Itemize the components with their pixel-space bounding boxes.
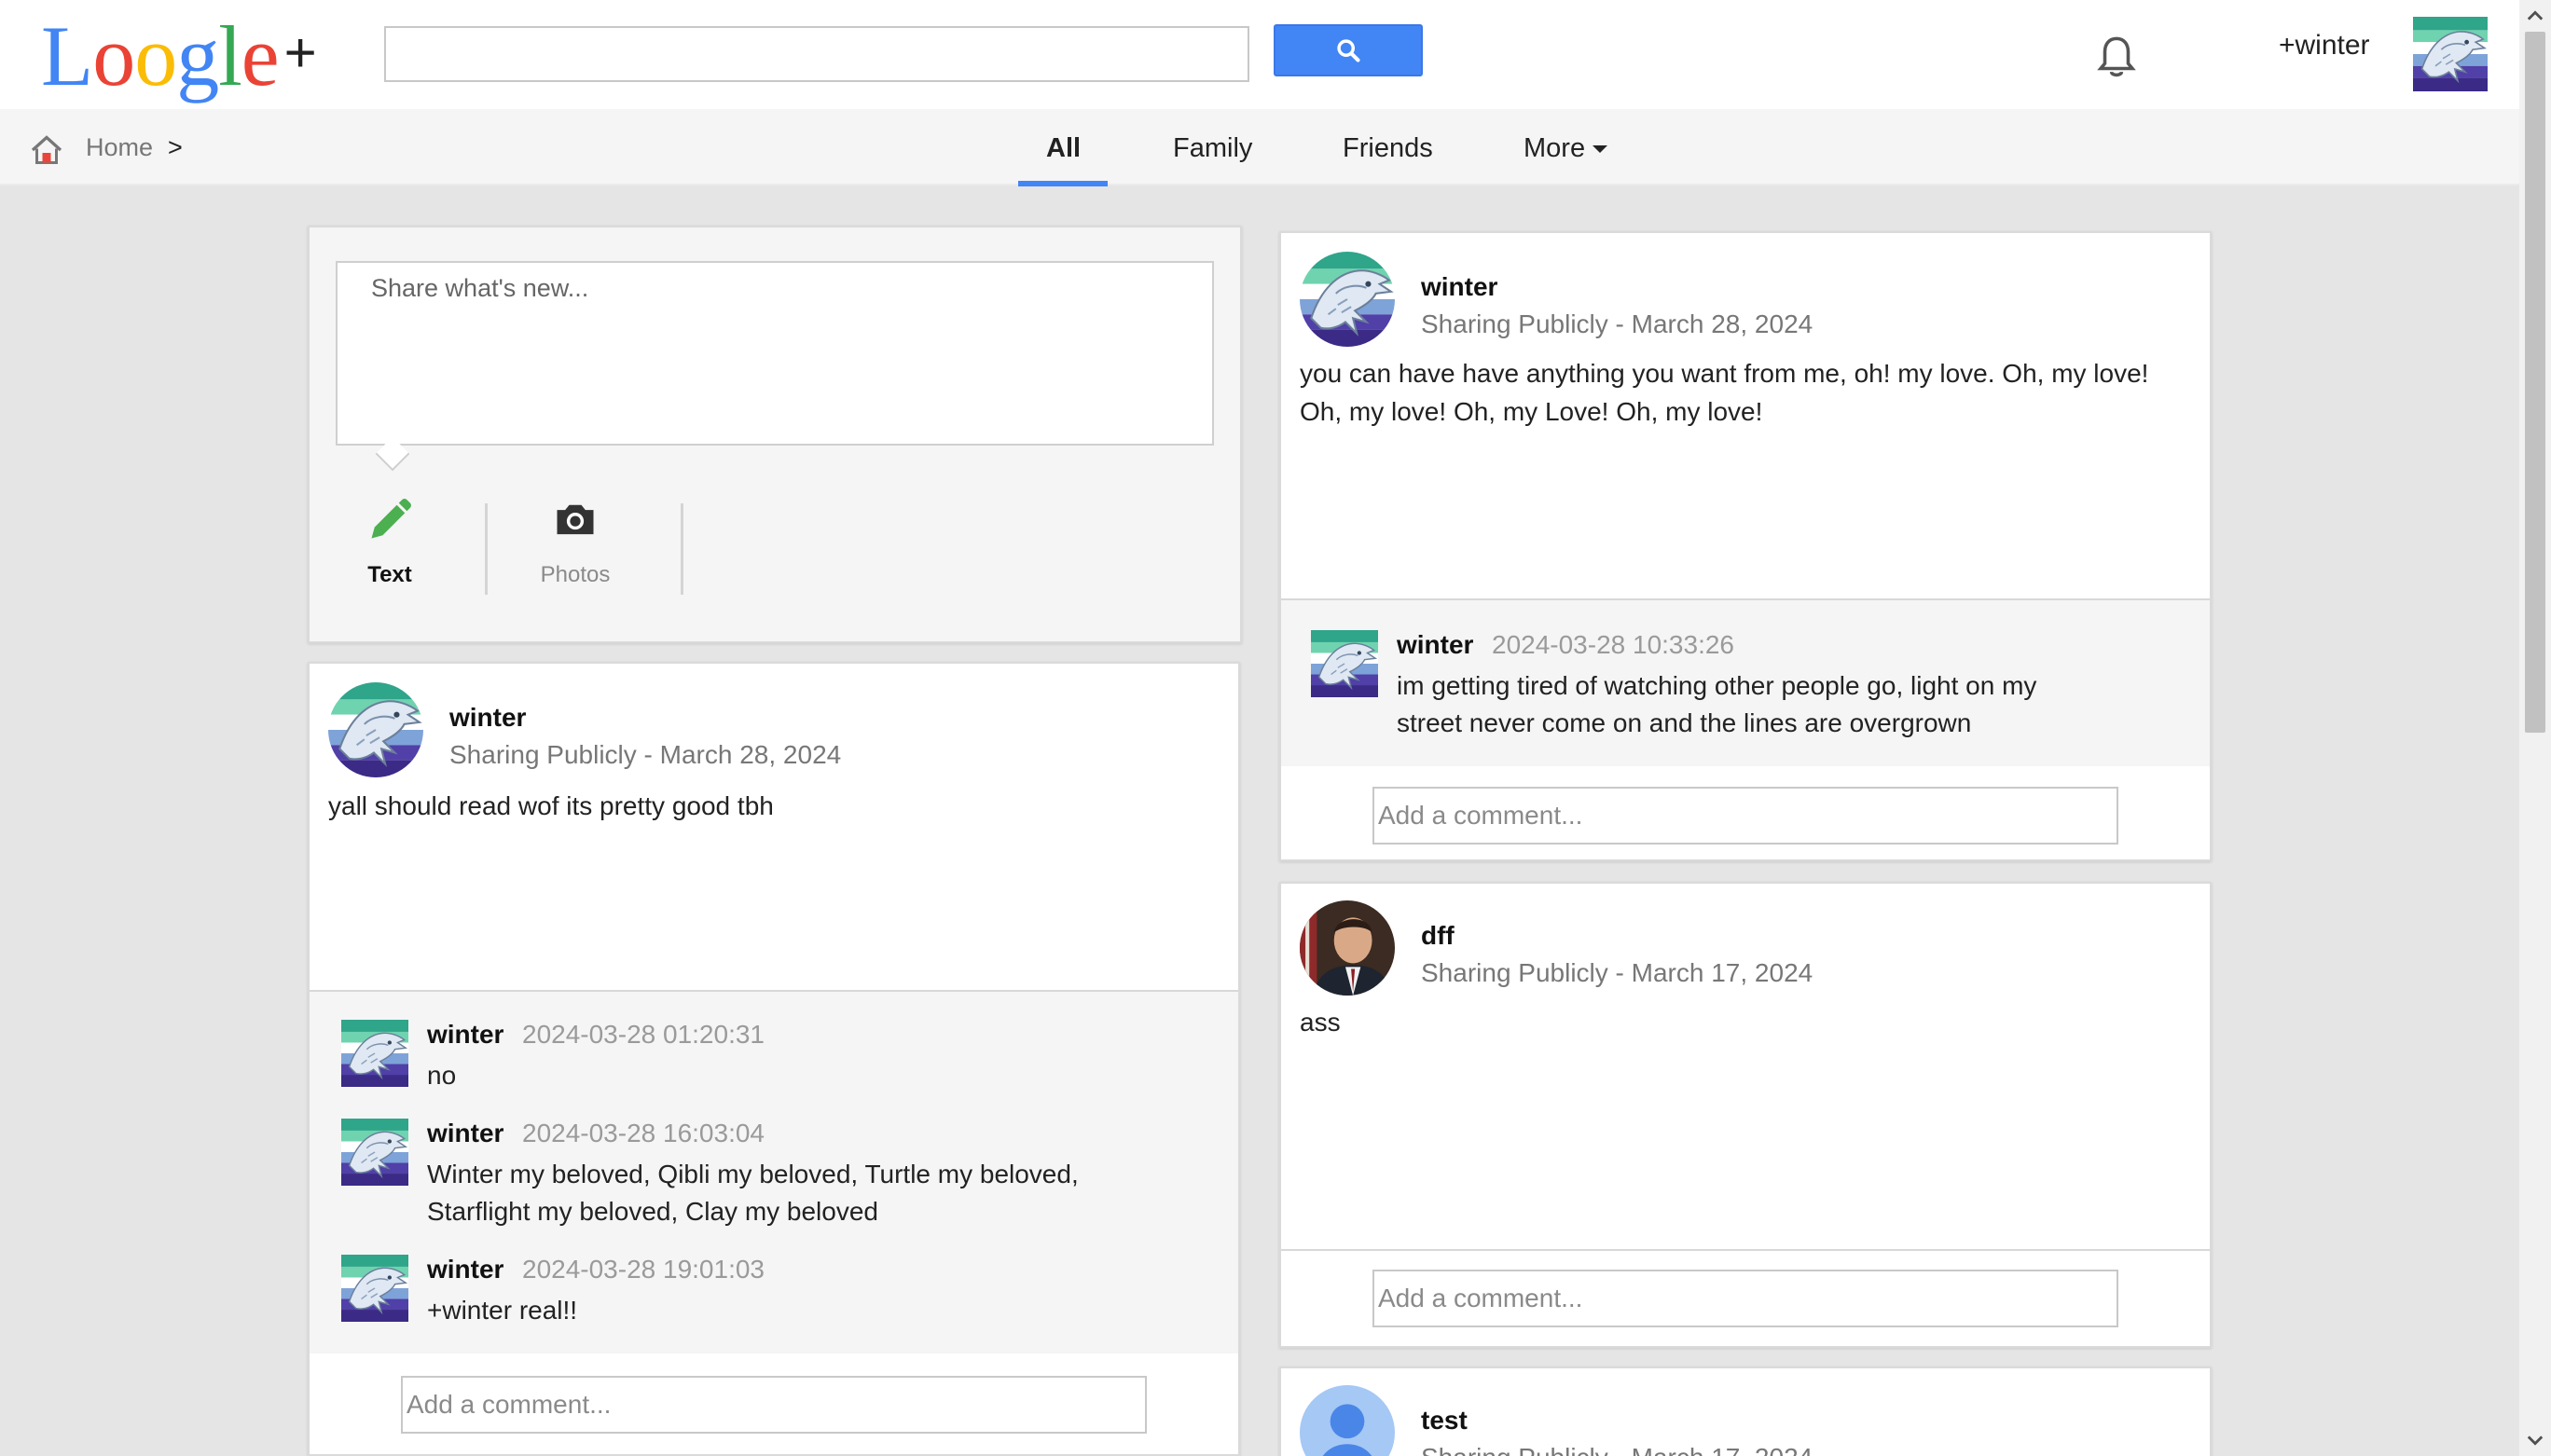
logo-letter-5: l xyxy=(218,8,242,103)
post-card: winter Sharing Publicly - March 28, 2024… xyxy=(308,662,1240,1456)
pencil-icon xyxy=(371,499,411,539)
tab-more-label: More xyxy=(1524,133,1586,163)
comment-text: +winter real!! xyxy=(427,1296,578,1325)
share-text-label: Text xyxy=(367,562,412,587)
comment-timestamp: 2024-03-28 10:33:26 xyxy=(1492,630,1734,659)
comment-text: Winter my beloved, Qibli my beloved, Tur… xyxy=(427,1160,1079,1226)
scrollbar-thumb[interactable] xyxy=(2525,32,2545,733)
post-visibility-date: Sharing Publicly - March 28, 2024 xyxy=(1421,309,1813,338)
share-photos-option[interactable]: Photos xyxy=(496,496,655,588)
post-body: you can have have anything you want from… xyxy=(1300,359,2149,426)
sub-navigation: Home > All Family Friends More xyxy=(0,109,2551,185)
comment-author[interactable]: winter xyxy=(1397,630,1473,660)
comment-text: no xyxy=(427,1061,457,1090)
comment-timestamp: 2024-03-28 19:01:03 xyxy=(522,1255,765,1284)
share-options-divider xyxy=(681,503,683,595)
post-author-name[interactable]: winter xyxy=(1421,272,1497,302)
share-input[interactable]: Share what's new... xyxy=(336,261,1214,446)
home-icon[interactable] xyxy=(30,133,63,167)
share-photos-label: Photos xyxy=(540,562,611,587)
post-author-avatar[interactable] xyxy=(328,682,423,777)
scroll-down-arrow-icon[interactable] xyxy=(2527,1432,2544,1449)
bell-icon[interactable] xyxy=(2096,34,2137,80)
comment-author-avatar[interactable] xyxy=(341,1255,408,1322)
comment-timestamp: 2024-03-28 01:20:31 xyxy=(522,1020,765,1049)
comment-author-avatar[interactable] xyxy=(1311,630,1378,697)
comment-author[interactable]: winter xyxy=(427,1119,503,1148)
tab-more[interactable]: More xyxy=(1524,133,1608,164)
comment-author-avatar[interactable] xyxy=(341,1020,408,1087)
add-comment-input[interactable] xyxy=(1372,787,2118,845)
comment: winter 2024-03-28 16:03:04 Winter my bel… xyxy=(341,1119,1218,1230)
tab-all[interactable]: All xyxy=(1046,133,1081,164)
logo-letter-1: L xyxy=(41,8,93,103)
camera-icon xyxy=(557,504,594,535)
search-input[interactable] xyxy=(384,26,1249,82)
comment-author[interactable]: winter xyxy=(427,1020,503,1050)
active-tab-indicator xyxy=(1018,181,1108,186)
logo-letter-6: e xyxy=(241,8,280,103)
post-body: ass xyxy=(1300,1008,1341,1037)
post-author-name[interactable]: test xyxy=(1421,1406,1468,1435)
breadcrumb-separator: > xyxy=(168,133,183,161)
add-comment-input[interactable] xyxy=(401,1376,1147,1434)
breadcrumb-home[interactable]: Home xyxy=(86,133,153,162)
comment: winter 2024-03-28 19:01:03 +winter real!… xyxy=(341,1255,1218,1329)
app-logo[interactable]: Loogle + xyxy=(41,4,317,103)
share-text-option[interactable]: Text xyxy=(310,496,469,588)
logo-plus: + xyxy=(283,21,317,84)
comments-section: winter 2024-03-28 10:33:26 im getting ti… xyxy=(1281,598,2210,766)
post-author-name[interactable]: winter xyxy=(449,703,526,733)
composer-card: Share what's new... Text Photos xyxy=(308,226,1242,643)
logo-letter-2: o xyxy=(92,8,135,103)
search-button[interactable] xyxy=(1274,24,1423,76)
add-comment-input[interactable] xyxy=(1372,1270,2118,1327)
post-card: winter Sharing Publicly - March 28, 2024… xyxy=(1279,231,2212,861)
post-card: dff Sharing Publicly - March 17, 2024 as… xyxy=(1279,882,2212,1348)
comment-author[interactable]: winter xyxy=(427,1255,503,1284)
post-author-avatar[interactable] xyxy=(1300,252,1395,347)
tab-family[interactable]: Family xyxy=(1173,133,1252,164)
page-scrollbar[interactable] xyxy=(2519,0,2551,1456)
scroll-up-arrow-icon[interactable] xyxy=(2527,7,2544,24)
search-icon xyxy=(1337,39,1360,62)
user-profile-link[interactable]: +winter xyxy=(2279,30,2370,62)
comments-section: winter 2024-03-28 01:20:31 no winter 202… xyxy=(310,990,1238,1353)
post-visibility-date: Sharing Publicly - March 17, 2024 xyxy=(1421,1443,1813,1456)
logo-letter-4: g xyxy=(176,8,219,103)
comment-author-avatar[interactable] xyxy=(341,1119,408,1186)
chevron-down-icon xyxy=(1593,145,1608,154)
comment: winter 2024-03-28 10:33:26 im getting ti… xyxy=(1311,630,2187,742)
post-body: yall should read wof its pretty good tbh xyxy=(328,791,774,820)
post-visibility-date: Sharing Publicly - March 17, 2024 xyxy=(1421,958,1813,987)
post-author-avatar[interactable] xyxy=(1300,900,1395,996)
logo-letter-3: o xyxy=(134,8,177,103)
share-options-divider xyxy=(485,503,488,595)
tab-friends[interactable]: Friends xyxy=(1343,133,1433,164)
top-bar: Loogle + +winter xyxy=(0,0,2551,109)
post-author-avatar[interactable] xyxy=(1300,1385,1395,1456)
post-card: test Sharing Publicly - March 17, 2024 xyxy=(1279,1367,2212,1456)
comment: winter 2024-03-28 01:20:31 no xyxy=(341,1020,1218,1094)
user-avatar[interactable] xyxy=(2413,17,2488,91)
comment-text: im getting tired of watching other peopl… xyxy=(1397,671,2037,737)
comment-timestamp: 2024-03-28 16:03:04 xyxy=(522,1119,765,1147)
post-author-name[interactable]: dff xyxy=(1421,921,1455,951)
post-visibility-date: Sharing Publicly - March 28, 2024 xyxy=(449,740,842,769)
